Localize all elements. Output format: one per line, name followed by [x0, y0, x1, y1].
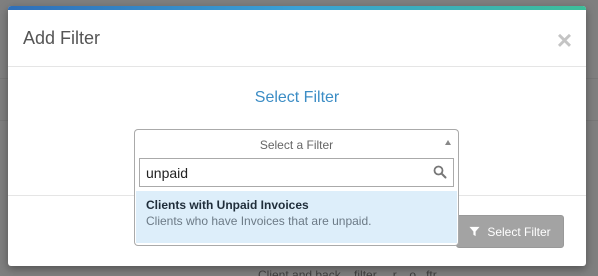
- background-partial-text: Client and back... filter.... r... o...f…: [258, 268, 447, 276]
- section-title: Select Filter: [254, 89, 340, 106]
- filter-icon: [469, 226, 480, 237]
- select-filter-button[interactable]: Select Filter: [456, 215, 564, 248]
- filter-result-title: Clients with Unpaid Invoices: [146, 198, 309, 212]
- select-filter-button-label: Select Filter: [487, 224, 551, 239]
- modal-title: Add Filter: [23, 28, 101, 48]
- filter-search-box[interactable]: [139, 158, 454, 187]
- filter-select-placeholder: Select a Filter: [259, 138, 334, 152]
- search-icon: [433, 165, 447, 184]
- filter-dropdown: Clients with Unpaid Invoices Clients who…: [134, 156, 459, 246]
- filter-result-item[interactable]: Clients with Unpaid Invoices Clients who…: [136, 191, 457, 243]
- filter-result-description: Clients who have Invoices that are unpai…: [146, 214, 372, 228]
- modal-header: Add Filter ×: [8, 10, 586, 67]
- close-icon[interactable]: ×: [557, 27, 572, 53]
- filter-search-input[interactable]: [140, 159, 430, 186]
- filter-select[interactable]: Select a Filter: [134, 129, 459, 157]
- caret-up-icon[interactable]: [445, 140, 451, 145]
